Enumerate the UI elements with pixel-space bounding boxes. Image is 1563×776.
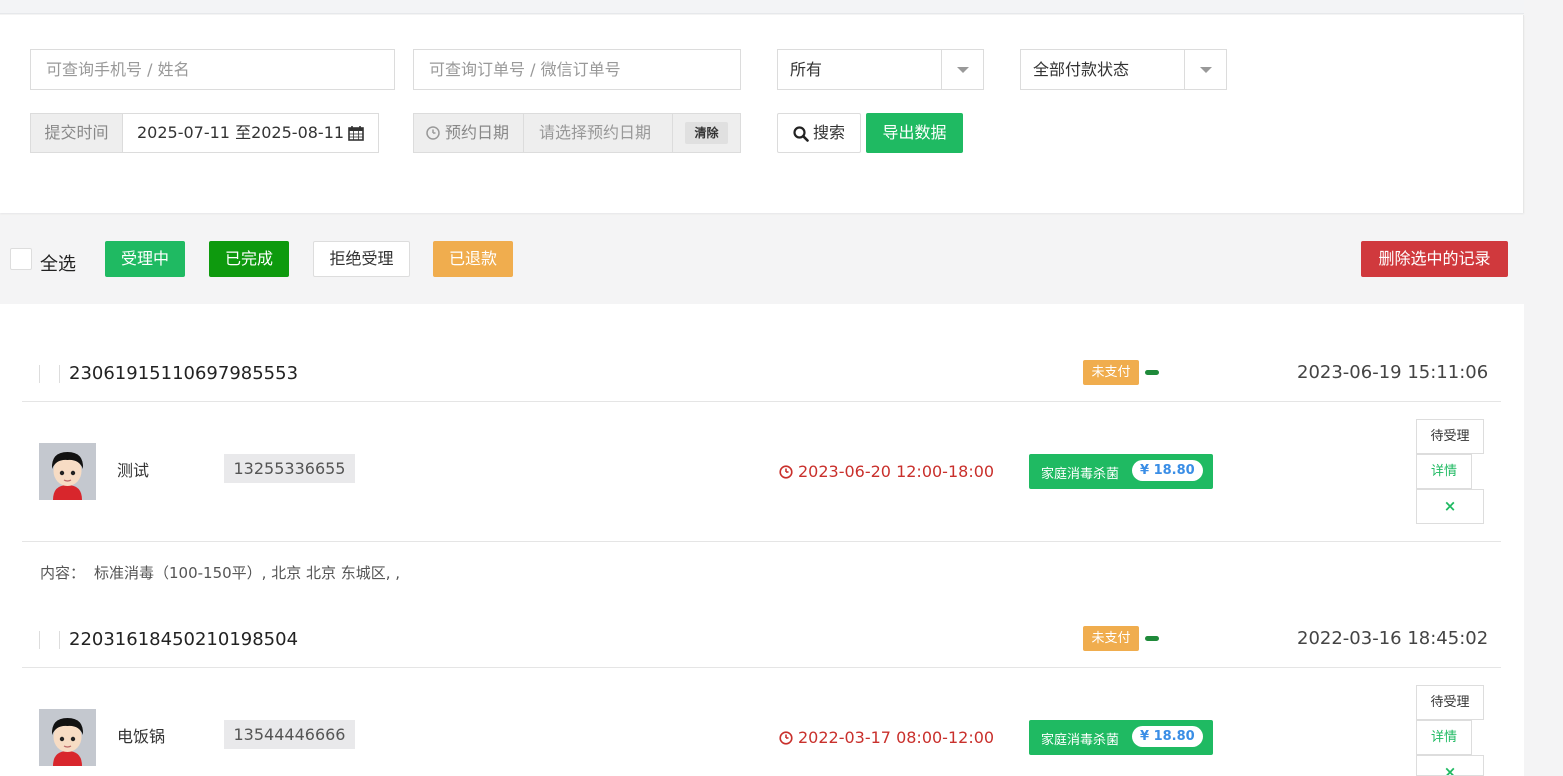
pending-status-button[interactable]: 待受理 bbox=[1416, 419, 1484, 454]
service-tag: 家庭消毒杀菌 ¥ 18.80 bbox=[1029, 454, 1213, 489]
status-indicator bbox=[1145, 636, 1159, 641]
order-header-divider bbox=[59, 365, 60, 383]
appointment-time: 2023-06-20 12:00-18:00 bbox=[798, 462, 995, 481]
filter-panel: 可查询手机号 / 姓名 可查询订单号 / 微信订单号 所有 全部付款状态 提交时… bbox=[0, 15, 1524, 213]
service-tag: 家庭消毒杀菌 ¥ 18.80 bbox=[1029, 720, 1213, 755]
service-price: ¥ 18.80 bbox=[1132, 726, 1203, 747]
appointment-date-label: 预约日期 bbox=[413, 113, 524, 153]
select-all-label: 全选 bbox=[40, 254, 76, 275]
submit-time-range-input[interactable]: 2025-07-11 至2025-08-11 bbox=[122, 113, 379, 153]
order-number: 22031618450210198504 bbox=[69, 629, 299, 650]
processing-button[interactable]: 受理中 bbox=[105, 241, 185, 277]
close-icon: × bbox=[1443, 497, 1457, 515]
detail-button[interactable]: 详情 bbox=[1416, 454, 1472, 489]
clock-icon bbox=[779, 465, 793, 479]
order-number: 23061915110697985553 bbox=[69, 363, 299, 384]
status-select[interactable]: 所有 bbox=[777, 49, 984, 90]
delete-order-button[interactable]: × bbox=[1416, 489, 1484, 524]
chevron-down-icon[interactable] bbox=[1184, 50, 1226, 89]
pay-status-badge: 未支付 bbox=[1083, 360, 1139, 385]
order-timestamp: 2022-03-16 18:45:02 bbox=[1297, 628, 1489, 649]
order-header-divider bbox=[39, 631, 40, 649]
completed-button[interactable]: 已完成 bbox=[209, 241, 289, 277]
close-icon: × bbox=[1443, 763, 1457, 776]
chevron-down-icon[interactable] bbox=[941, 50, 983, 89]
order-search-input[interactable]: 可查询订单号 / 微信订单号 bbox=[413, 49, 741, 90]
avatar bbox=[39, 443, 96, 500]
calendar-icon bbox=[348, 126, 364, 141]
search-button[interactable]: 搜索 bbox=[777, 113, 861, 153]
search-icon bbox=[793, 126, 809, 142]
pay-status-badge: 未支付 bbox=[1083, 626, 1139, 651]
customer-phone: 13255336655 bbox=[224, 454, 355, 483]
content-text: 标准消毒（100-150平）, 北京 北京 东城区, , bbox=[94, 564, 401, 582]
pay-status-select[interactable]: 全部付款状态 bbox=[1020, 49, 1227, 90]
customer-name: 测试 bbox=[117, 461, 150, 480]
appointment-date-input[interactable]: 请选择预约日期 bbox=[523, 113, 673, 153]
customer-phone: 13544446666 bbox=[224, 720, 355, 749]
avatar bbox=[39, 709, 96, 766]
service-name: 家庭消毒杀菌 bbox=[1041, 467, 1120, 482]
clear-button[interactable]: 清除 bbox=[685, 122, 728, 144]
submit-time-label: 提交时间 bbox=[30, 113, 123, 153]
order-timestamp: 2023-06-19 15:11:06 bbox=[1297, 362, 1489, 383]
pay-status-select-value: 全部付款状态 bbox=[1033, 60, 1130, 79]
delete-order-button[interactable]: × bbox=[1416, 755, 1484, 776]
status-select-value: 所有 bbox=[790, 60, 823, 79]
service-price: ¥ 18.80 bbox=[1132, 460, 1203, 481]
divider bbox=[22, 541, 1501, 542]
customer-name: 电饭锅 bbox=[117, 727, 166, 746]
export-data-button[interactable]: 导出数据 bbox=[866, 113, 963, 153]
user-avatar-icon bbox=[39, 443, 96, 500]
clear-container: 清除 bbox=[672, 113, 741, 153]
phone-name-search-input[interactable]: 可查询手机号 / 姓名 bbox=[30, 49, 395, 90]
detail-button[interactable]: 详情 bbox=[1416, 720, 1472, 755]
appointment-date-label-text: 预约日期 bbox=[445, 123, 510, 142]
delete-selected-button[interactable]: 删除选中的记录 bbox=[1361, 241, 1508, 277]
pending-status-button[interactable]: 待受理 bbox=[1416, 685, 1484, 720]
clock-icon bbox=[779, 731, 793, 745]
refunded-button[interactable]: 已退款 bbox=[433, 241, 513, 277]
reject-button[interactable]: 拒绝受理 bbox=[313, 241, 410, 277]
divider bbox=[22, 667, 1501, 668]
order-header-divider bbox=[59, 631, 60, 649]
status-indicator bbox=[1145, 370, 1159, 375]
divider bbox=[22, 401, 1501, 402]
clock-icon bbox=[426, 126, 440, 140]
order-list: 23061915110697985553 未支付 2023-06-19 15:1… bbox=[0, 304, 1524, 776]
order-header-divider bbox=[39, 365, 40, 383]
top-strip bbox=[0, 0, 1524, 14]
appointment-time: 2022-03-17 08:00-12:00 bbox=[798, 728, 995, 747]
service-name: 家庭消毒杀菌 bbox=[1041, 733, 1120, 748]
user-avatar-icon bbox=[39, 709, 96, 766]
submit-time-value: 2025-07-11 至2025-08-11 bbox=[137, 123, 345, 142]
select-all-checkbox[interactable] bbox=[10, 248, 32, 270]
content-label: 内容： bbox=[40, 564, 86, 582]
search-button-label: 搜索 bbox=[813, 123, 846, 142]
